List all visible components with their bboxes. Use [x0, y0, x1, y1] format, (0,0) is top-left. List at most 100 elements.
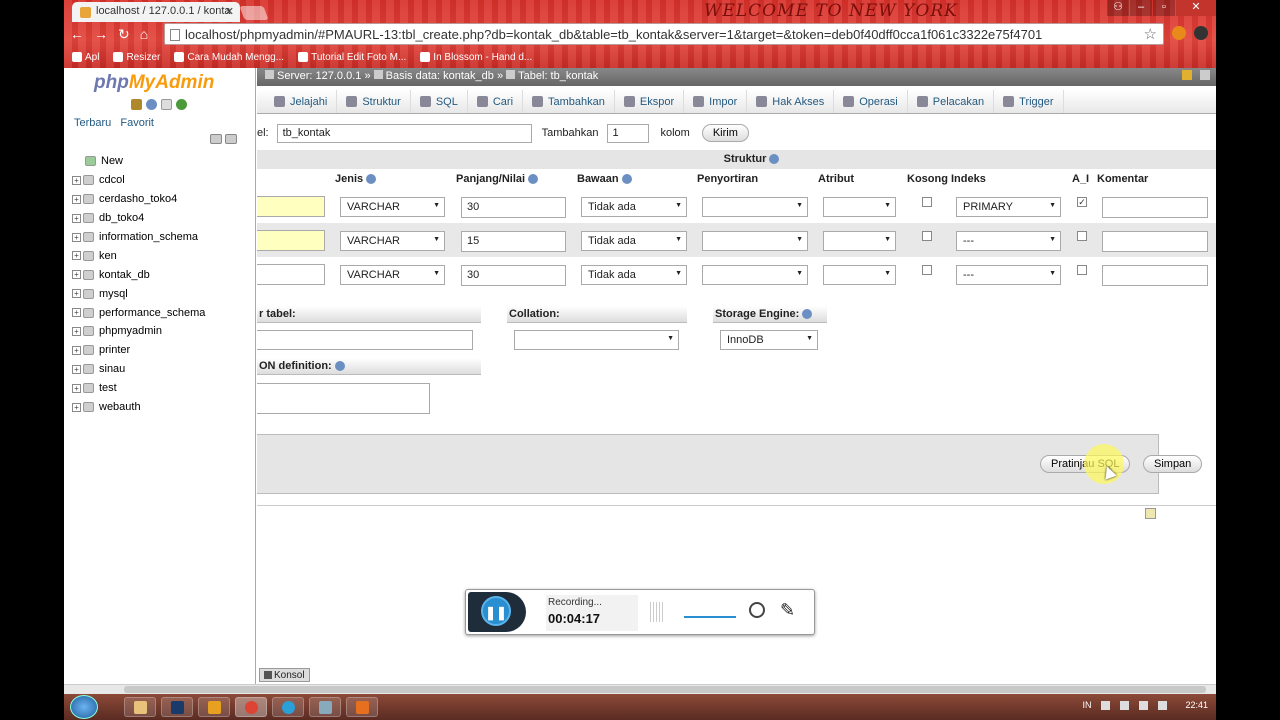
action-center-icon[interactable] — [1120, 700, 1130, 710]
help-icon[interactable] — [366, 174, 377, 185]
link-icon[interactable] — [225, 134, 237, 144]
tree-item-db[interactable]: + db_toko4 — [72, 209, 205, 228]
tab-structure[interactable]: Struktur — [337, 90, 411, 113]
horizontal-scrollbar[interactable] — [64, 684, 1216, 694]
type-select[interactable]: VARCHAR — [340, 231, 445, 251]
reload-icon[interactable]: ↻ — [118, 26, 130, 43]
expand-icon[interactable]: + — [72, 213, 81, 223]
tab-export[interactable]: Ekspor — [615, 90, 685, 113]
reload-nav-icon[interactable] — [176, 99, 187, 110]
home-icon[interactable] — [131, 99, 142, 110]
forward-icon[interactable]: → — [94, 26, 108, 43]
tab-privileges[interactable]: Hak Akses — [747, 90, 835, 113]
expand-icon[interactable]: + — [72, 194, 81, 204]
pen-icon[interactable]: ✎ — [780, 600, 795, 621]
default-select[interactable]: Tidak ada — [581, 265, 687, 285]
expand-icon[interactable]: + — [72, 289, 81, 299]
length-input[interactable]: 30 — [461, 197, 566, 218]
submit-button[interactable]: Kirim — [701, 124, 749, 142]
webcam-icon[interactable] — [749, 602, 765, 618]
pause-icon[interactable]: ❚❚ — [481, 596, 511, 626]
null-checkbox[interactable] — [922, 265, 932, 275]
tab-favorites[interactable]: Favorit — [120, 117, 154, 129]
comment-input[interactable] — [1102, 231, 1208, 252]
attribute-select[interactable] — [823, 231, 896, 251]
tab-sql[interactable]: SQL — [411, 90, 468, 113]
bookmark-item[interactable]: Apl — [72, 48, 99, 66]
start-button[interactable] — [70, 695, 98, 719]
home-icon[interactable]: ⌂ — [140, 26, 148, 43]
expand-icon[interactable]: + — [72, 175, 81, 185]
tab-close-icon[interactable]: ✕ — [225, 5, 234, 18]
taskbar-app[interactable] — [235, 697, 267, 717]
expand-icon[interactable]: + — [72, 383, 81, 393]
tree-item-db[interactable]: + cdcol — [72, 171, 205, 190]
tree-item-db[interactable]: + kontak_db — [72, 265, 205, 284]
table-collation-select[interactable] — [514, 330, 679, 350]
extension-icon[interactable] — [1172, 26, 1186, 40]
default-select[interactable]: Tidak ada — [581, 197, 687, 217]
bookmark-item[interactable]: Tutorial Edit Foto M... — [298, 48, 406, 66]
ai-checkbox[interactable] — [1077, 231, 1087, 241]
help-icon[interactable] — [146, 99, 157, 110]
expand-icon[interactable]: + — [72, 232, 81, 242]
save-button[interactable]: Simpan — [1143, 455, 1203, 473]
scrollbar-thumb[interactable] — [124, 686, 1206, 693]
maximize-icon[interactable]: ▫ — [1153, 0, 1175, 16]
tray-icon[interactable] — [1101, 700, 1111, 710]
length-input[interactable]: 15 — [461, 231, 566, 252]
type-select[interactable]: VARCHAR — [340, 197, 445, 217]
tab-browse[interactable]: Jelajahi — [265, 90, 338, 113]
collapse-all-icon[interactable] — [210, 134, 222, 144]
expand-icon[interactable]: + — [72, 402, 81, 412]
taskbar-app[interactable] — [161, 697, 193, 717]
help-icon[interactable] — [769, 154, 780, 165]
help-icon[interactable] — [334, 361, 345, 372]
new-tab-button[interactable] — [239, 6, 269, 20]
null-checkbox[interactable] — [922, 231, 932, 241]
user-icon[interactable]: ⚇ — [1107, 0, 1129, 16]
docs-icon[interactable] — [161, 99, 172, 110]
console-toggle[interactable]: Konsol — [259, 668, 310, 682]
close-window-icon[interactable]: ✕ — [1176, 0, 1216, 16]
clock[interactable]: 22:41 — [1185, 700, 1208, 710]
tree-item-db[interactable]: + phpmyadmin — [72, 322, 205, 341]
length-input[interactable]: 30 — [461, 265, 566, 286]
expand-icon[interactable]: + — [72, 251, 81, 261]
volume-icon[interactable] — [1158, 700, 1168, 710]
tree-item-db[interactable]: + information_schema — [72, 228, 205, 247]
storage-engine-select[interactable]: InnoDB — [720, 330, 818, 350]
bookmark-star-icon[interactable]: ☆ — [1144, 25, 1157, 43]
add-columns-count[interactable] — [606, 123, 649, 143]
taskbar-app[interactable] — [346, 697, 378, 717]
tab-tracking[interactable]: Pelacakan — [908, 90, 995, 113]
table-comment-input[interactable] — [257, 330, 473, 350]
collapse-top-icon[interactable] — [1200, 70, 1210, 80]
ai-checkbox[interactable] — [1077, 265, 1087, 275]
settings-icon[interactable] — [1182, 70, 1192, 80]
taskbar-app[interactable] — [198, 697, 230, 717]
tree-item-db[interactable]: + cerdasho_toko4 — [72, 190, 205, 209]
tree-item-db[interactable]: + ken — [72, 246, 205, 265]
tree-item-db[interactable]: + test — [72, 379, 205, 398]
tab-import[interactable]: Impor — [684, 90, 748, 113]
tree-item-db[interactable]: + printer — [72, 341, 205, 360]
index-select[interactable]: --- — [956, 265, 1061, 285]
bookmark-item[interactable]: In Blossom - Hand d... — [420, 48, 532, 66]
default-select[interactable]: Tidak ada — [581, 231, 687, 251]
volume-slider[interactable] — [684, 616, 736, 618]
back-icon[interactable]: ← — [70, 26, 84, 43]
comment-input[interactable] — [1102, 197, 1208, 218]
help-icon[interactable] — [621, 174, 632, 185]
attribute-select[interactable] — [823, 197, 896, 217]
help-icon[interactable] — [802, 309, 813, 320]
breadcrumb-table[interactable]: Tabel: tb_kontak — [518, 70, 598, 82]
tab-insert[interactable]: Tambahkan — [523, 90, 615, 113]
tab-search[interactable]: Cari — [468, 90, 524, 113]
bookmark-item[interactable]: Cara Mudah Mengg... — [174, 48, 284, 66]
tab-triggers[interactable]: Trigger — [994, 90, 1064, 113]
tree-item-db[interactable]: + performance_schema — [72, 303, 205, 322]
tree-item-new[interactable]: New — [72, 152, 205, 171]
comment-input[interactable] — [1102, 265, 1208, 286]
table-name-input[interactable] — [276, 123, 532, 143]
